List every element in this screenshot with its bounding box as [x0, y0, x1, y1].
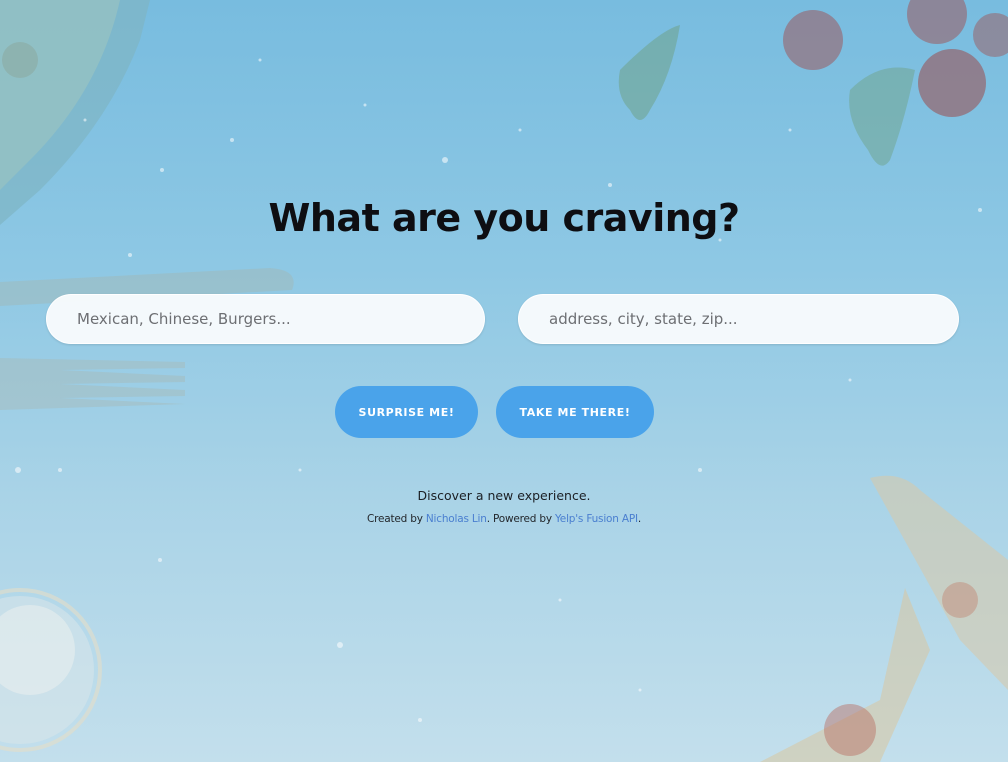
take-me-there-button[interactable]: TAKE ME THERE!: [496, 386, 654, 438]
author-link[interactable]: Nicholas Lin: [426, 513, 487, 525]
credits-suffix: .: [637, 513, 642, 525]
hero-section: What are you craving? SURPRISE ME! TAKE …: [0, 0, 1008, 762]
surprise-me-button[interactable]: SURPRISE ME!: [335, 386, 478, 438]
location-search-input[interactable]: [518, 294, 959, 344]
powered-by-label: . Powered by: [486, 513, 552, 525]
food-search-input[interactable]: [46, 294, 485, 344]
tagline: Discover a new experience.: [417, 488, 591, 503]
credits-line: Created by Nicholas Lin. Powered by Yelp…: [0, 513, 1008, 525]
page-title: What are you craving?: [268, 196, 740, 240]
yelp-api-link[interactable]: Yelp's Fusion API: [555, 513, 638, 525]
created-by-label: Created by: [366, 513, 423, 525]
